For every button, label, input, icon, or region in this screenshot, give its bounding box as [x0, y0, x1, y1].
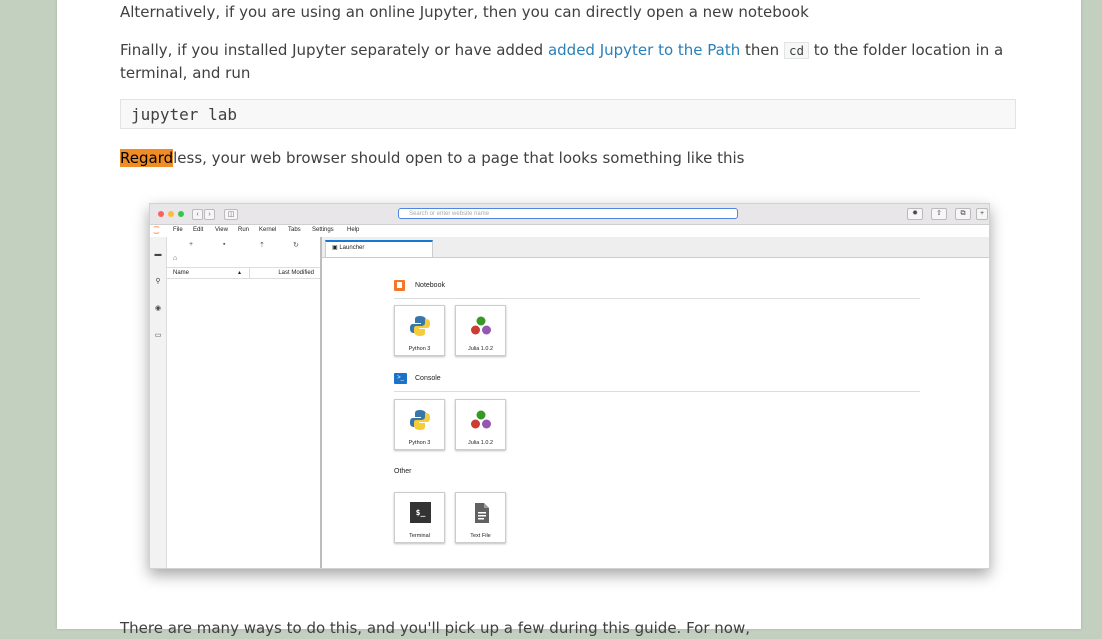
new-tab-icon: +	[976, 208, 988, 220]
back-icon: ‹	[192, 209, 203, 220]
menu-file: File	[173, 227, 183, 233]
section-console: Console	[415, 375, 441, 382]
sidebar-toggle-icon: ◫	[224, 209, 238, 220]
paragraph-text: then	[740, 41, 784, 59]
card-label: Julia 1.0.2	[467, 440, 494, 446]
file-list-header: Name ▴ Last Modified	[167, 267, 320, 279]
main-tabbar: ▣ Launcher	[322, 237, 989, 258]
url-placeholder: Search or enter website name	[409, 211, 490, 217]
python-icon	[410, 316, 430, 336]
divider	[394, 391, 920, 392]
card-text-file: Text File	[455, 492, 506, 543]
card-label: Python 3	[408, 346, 431, 352]
menu-run: Run	[238, 227, 250, 233]
text-file-icon	[475, 503, 489, 523]
python-icon	[410, 410, 430, 430]
url-bar: Search or enter website name	[398, 208, 738, 219]
menu-tabs: Tabs	[288, 227, 301, 233]
file-browser: + ▪ ⇡ ↻ ⌂ Name ▴ Last Modified	[167, 237, 322, 568]
tabs-list-icon: ▭	[154, 332, 162, 339]
left-activity-bar: ▬ ⚲ ◉ ▭	[150, 237, 167, 568]
folder-icon: ▬	[154, 251, 162, 258]
path-link[interactable]: added Jupyter to the Path	[548, 41, 740, 59]
menu-view: View	[215, 227, 228, 233]
palette-icon: ◉	[154, 305, 162, 312]
settings-icon: ✹	[907, 208, 923, 220]
menu-settings: Settings	[312, 227, 334, 233]
running-icon: ⚲	[155, 278, 161, 285]
browser-titlebar: ‹ › ◫ Search or enter website name ✹ ⇧ ⧉…	[150, 204, 989, 225]
inline-code-cd: cd	[783, 42, 809, 59]
notebook-section-icon	[394, 280, 405, 291]
new-folder-icon: ▪	[223, 241, 226, 248]
refresh-icon: ↻	[293, 242, 299, 249]
paragraph-path-instructions: Finally, if you installed Jupyter separa…	[120, 39, 1016, 84]
console-section-icon: >_	[394, 373, 407, 384]
card-label: Terminal	[409, 533, 430, 539]
sort-icon: ▴	[238, 270, 242, 276]
tab-launcher: ▣ Launcher	[325, 240, 433, 257]
forward-icon: ›	[204, 209, 215, 220]
doc-page: Alternatively, if you are using an onlin…	[57, 0, 1081, 637]
home-icon: ⌂	[173, 255, 178, 262]
paragraph-next: There are many ways to do this, and you'…	[120, 619, 751, 637]
tab-label: Launcher	[339, 245, 365, 251]
card-console-python: Python 3	[394, 399, 445, 450]
section-other: Other	[394, 468, 412, 475]
card-label: Python 3	[408, 440, 431, 446]
paragraph-text: less, your web browser should open to a …	[173, 149, 745, 167]
menu-edit: Edit	[193, 227, 204, 233]
tabs-icon: ⧉	[955, 208, 971, 220]
card-notebook-python: Python 3	[394, 305, 445, 356]
column-divider	[249, 268, 250, 278]
upload-icon: ⇡	[259, 242, 265, 249]
divider	[394, 298, 920, 299]
search-highlight: Regard	[120, 149, 174, 167]
card-label: Text File	[470, 533, 491, 539]
card-label: Julia 1.0.2	[467, 346, 494, 352]
maximize-dot-icon	[178, 211, 184, 217]
terminal-icon: $_	[410, 502, 431, 523]
minimize-dot-icon	[168, 211, 174, 217]
julia-icon	[471, 410, 491, 429]
close-dot-icon	[158, 211, 164, 217]
paragraph-text: Finally, if you installed Jupyter separa…	[120, 41, 548, 59]
menu-help: Help	[347, 227, 360, 233]
menu-kernel: Kernel	[259, 227, 277, 233]
column-name: Name	[173, 270, 190, 276]
jupyterlab-screenshot: ‹ › ◫ Search or enter website name ✹ ⇧ ⧉…	[149, 203, 990, 569]
code-block: jupyter lab	[120, 99, 1016, 129]
column-last-modified: Last Modified	[278, 270, 314, 276]
paragraph-regardless: Regardless, your web browser should open…	[120, 147, 1016, 169]
card-notebook-julia: Julia 1.0.2	[455, 305, 506, 356]
new-launcher-icon: +	[189, 241, 194, 248]
paragraph-online-jupyter: Alternatively, if you are using an onlin…	[120, 3, 809, 21]
julia-icon	[471, 316, 491, 335]
card-terminal: $_ Terminal	[394, 492, 445, 543]
card-console-julia: Julia 1.0.2	[455, 399, 506, 450]
section-notebook: Notebook	[415, 282, 445, 289]
jupyter-logo-icon: ⁐	[154, 228, 159, 234]
share-icon: ⇧	[931, 208, 947, 220]
